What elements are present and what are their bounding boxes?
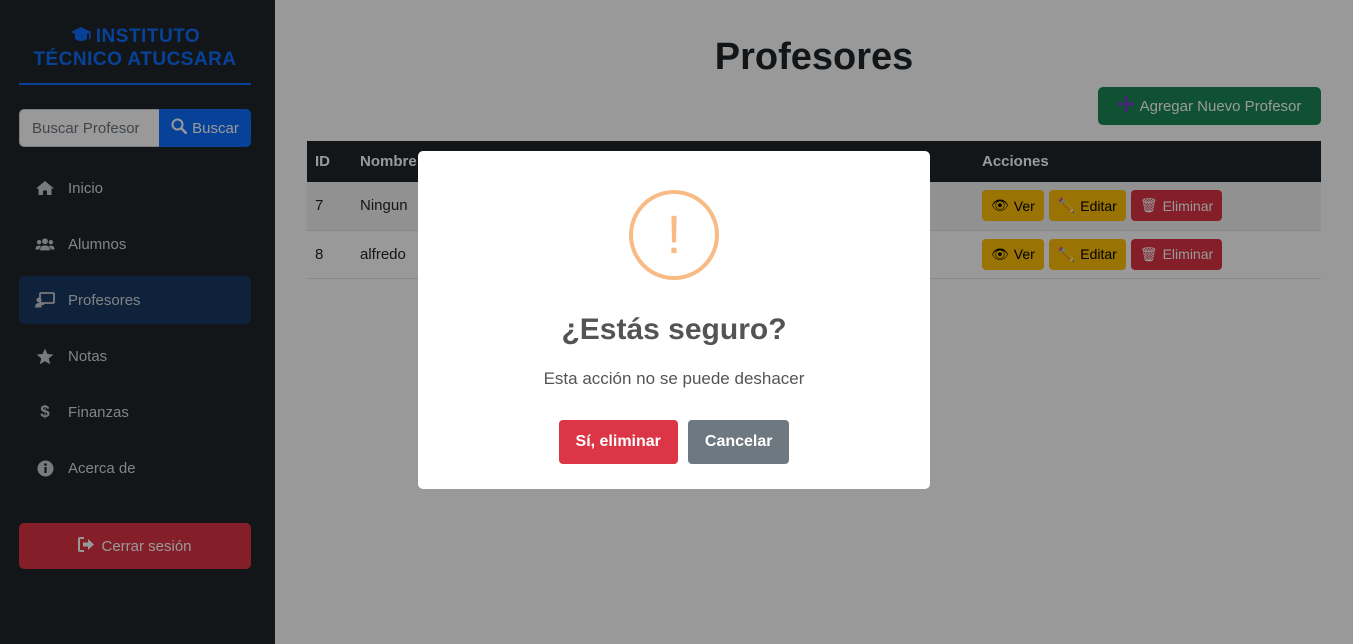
warning-icon: ! bbox=[629, 190, 719, 280]
cancel-button[interactable]: Cancelar bbox=[687, 420, 790, 464]
confirm-dialog: ! ¿Estás seguro? Esta acción no se puede… bbox=[418, 151, 930, 489]
dialog-actions: Sí, eliminar Cancelar bbox=[418, 420, 930, 464]
dialog-message: Esta acción no se puede deshacer bbox=[543, 369, 805, 388]
dialog-title: ¿Estás seguro? bbox=[561, 313, 787, 346]
confirm-delete-button[interactable]: Sí, eliminar bbox=[558, 420, 678, 464]
